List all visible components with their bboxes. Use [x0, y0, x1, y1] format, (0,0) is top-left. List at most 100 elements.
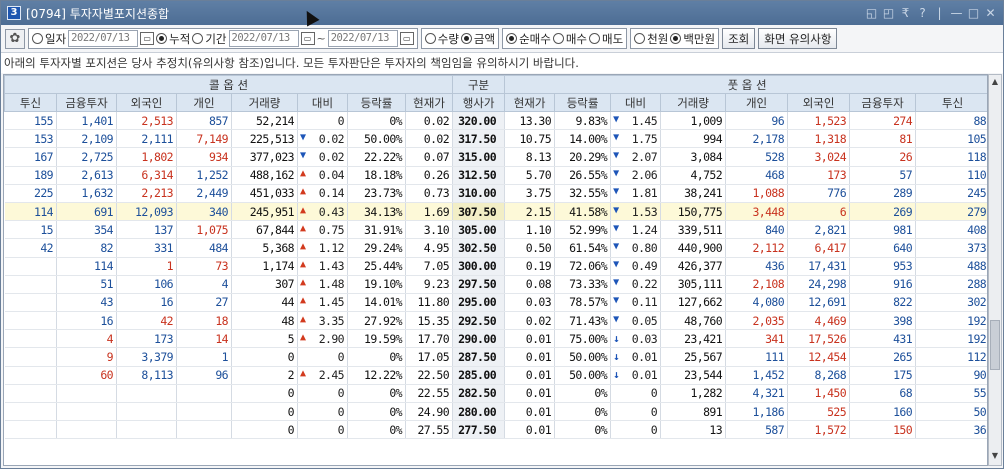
column-header[interactable]: 현재가	[504, 93, 556, 112]
radio-net-buy[interactable]: 순매수	[506, 31, 551, 47]
scroll-up-icon[interactable]: ▲	[989, 77, 1001, 89]
table-row[interactable]: 114 1 73 1,174 ▲ 1.43 25.44% 7.05 300.00 0.19 72.0…	[4, 257, 987, 276]
table-row[interactable]: 9 3,379 1 0 0 0% 17.05 287.50 0.01 50.00% ↓ 0.01 25,…	[4, 347, 987, 367]
table-row[interactable]: 0 0 0% 22.55 282.50 0.01 0% 0 1,282 4,321 1,450 68 5…	[4, 384, 987, 404]
restore-icon[interactable]: ◱	[865, 6, 878, 20]
column-header[interactable]: 투신	[915, 93, 987, 112]
put-change: ▼ 0.49	[610, 257, 662, 276]
put-price: 0.01	[504, 402, 556, 422]
table-row[interactable]: 114 691 12,093 340 245,951 ▲ 0.43 34.13% 1.69 307…	[4, 202, 987, 222]
column-header[interactable]: 대비	[297, 93, 348, 112]
radio-amount[interactable]: 금액	[460, 31, 495, 47]
table-row[interactable]: 155 1,401 2,513 857 52,214 0 0% 0.02 320.00 13.30…	[4, 111, 987, 131]
table-row[interactable]: 16 42 18 48 ▲ 3.35 27.92% 15.35 292.50 0.02 71.43%…	[4, 311, 987, 331]
radio-sell[interactable]: 매도	[589, 31, 623, 47]
table-row[interactable]: 167 2,725 1,802 934 377,023 ▼ 0.02 22.22% 0.07 31…	[4, 147, 987, 167]
table-row[interactable]: 51 106 4 307 ▲ 1.48 19.10% 9.23 297.50 0.08 73.33%…	[4, 275, 987, 294]
column-header[interactable]: 등락률	[347, 93, 406, 112]
call-change-rate: 19.10%	[347, 275, 406, 294]
unit-mode-group: 천원 백만원	[630, 28, 720, 49]
call-price: 15.35	[405, 311, 454, 331]
title-bar[interactable]: 3 [0794] 투자자별포지션종합 ◱ ◰ ₹ ? | — □ ✕	[1, 1, 1003, 25]
radio-daily-dot[interactable]	[32, 33, 43, 44]
table-row[interactable]: 225 1,632 2,213 2,449 451,033 ▲ 0.14 23.73% 0.73…	[4, 184, 987, 203]
date-to-input[interactable]: 2022/07/13	[327, 30, 398, 47]
column-header[interactable]: 금융투자	[849, 93, 917, 112]
call-trust	[4, 366, 57, 385]
table-row[interactable]: 15 354 137 1,075 67,844 ▲ 0.75 31.91% 3.10 305.00…	[4, 220, 987, 240]
column-header[interactable]: 개인	[176, 93, 232, 112]
table-row[interactable]: 0 0 0% 27.55 277.50 0.01 0% 0 13 587 1,572 150 36	[4, 420, 987, 440]
radio-million-won[interactable]: 백만원	[670, 31, 715, 47]
column-header[interactable]: 거래량	[231, 93, 298, 112]
date-single-input[interactable]: 2022/07/13	[68, 30, 139, 47]
radio-buy-dot[interactable]	[552, 33, 564, 44]
column-header[interactable]: 금융투자	[56, 93, 117, 112]
radio-thousand-won[interactable]: 천원	[634, 31, 668, 47]
scroll-down-icon[interactable]: ▼	[989, 451, 1001, 463]
radio-quantity-dot[interactable]	[424, 33, 436, 44]
investor-position-grid[interactable]: 콜 옵 션 구분 풋 옵 션 투신 금융투자 외국인 개인 거래량 대비 등락률 현재가 행사가…	[3, 74, 988, 466]
put-change: 0	[610, 402, 662, 422]
call-fin-invest: 43	[56, 293, 117, 313]
table-row[interactable]: 43 16 27 44 ▲ 1.45 14.01% 11.80 295.00 0.03 78.57%…	[4, 293, 987, 313]
column-header[interactable]: 대비	[610, 93, 662, 112]
minimize-icon[interactable]: —	[950, 6, 963, 20]
change-value: 0.02	[318, 149, 345, 164]
put-individual: 468	[725, 166, 789, 185]
column-header[interactable]: 현재가	[404, 93, 454, 112]
radio-net-buy-dot[interactable]	[506, 33, 518, 44]
maximize-icon[interactable]: □	[967, 6, 980, 20]
call-individual: 1	[176, 347, 232, 367]
radio-cumulative[interactable]: 누적	[156, 31, 190, 47]
radio-amount-dot[interactable]	[460, 33, 472, 44]
column-header[interactable]: 투신	[4, 93, 57, 112]
vertical-scrollbar[interactable]: ▲ ▼	[988, 74, 1002, 466]
link-icon[interactable]: ◰	[882, 6, 895, 20]
call-price: 17.70	[405, 329, 454, 349]
search-button[interactable]: 조회	[722, 28, 756, 49]
scroll-thumb[interactable]	[990, 320, 1000, 370]
radio-period-dot[interactable]	[192, 33, 204, 44]
call-trust	[4, 311, 57, 331]
column-header[interactable]: 행사가	[452, 93, 506, 112]
call-trust	[4, 384, 57, 404]
put-options-header: 풋 옵 션	[504, 75, 987, 94]
table-row[interactable]: 60 8,113 96 2 ▲ 2.45 12.22% 22.50 285.00 0.01 50.0…	[4, 366, 987, 385]
put-change-rate: 14.00%	[554, 129, 612, 149]
calendar-from-icon[interactable]: ▭	[300, 32, 315, 45]
column-header[interactable]: 외국인	[116, 93, 177, 112]
radio-cumulative-dot[interactable]	[156, 33, 168, 44]
gear-icon[interactable]: ✿	[5, 28, 25, 49]
put-change-rate: 71.43%	[554, 311, 612, 331]
calendar-to-icon[interactable]: ▭	[399, 32, 414, 45]
radio-thousand-won-dot[interactable]	[634, 33, 646, 44]
call-fin-invest: 691	[56, 202, 117, 222]
date-from-input[interactable]: 2022/07/13	[228, 30, 299, 47]
call-foreign: 137	[116, 220, 177, 240]
table-row[interactable]: 0 0 0% 24.90 280.00 0.01 0% 0 891 1,186 525 160 50	[4, 402, 987, 422]
column-header[interactable]: 거래량	[660, 93, 727, 112]
column-header[interactable]: 등락률	[554, 93, 612, 112]
table-row[interactable]: 189 2,613 6,314 1,252 488,162 ▲ 0.04 18.18% 0.26…	[4, 166, 987, 185]
radio-period[interactable]: 기간	[192, 31, 227, 47]
radio-buy[interactable]: 매수	[552, 31, 587, 47]
pin-icon[interactable]: ₹	[899, 6, 912, 20]
call-change-rate: 50.00%	[347, 129, 406, 149]
table-row[interactable]: 42 82 331 484 5,368 ▲ 1.12 29.24% 4.95 302.50 0.50…	[4, 238, 987, 258]
help-icon[interactable]: ?	[916, 6, 929, 20]
screen-notice-button[interactable]: 화면 유의사항	[758, 28, 838, 49]
column-header[interactable]: 외국인	[787, 93, 851, 112]
table-row[interactable]: 153 2,109 2,111 7,149 225,513 ▼ 0.02 50.00% 0.02…	[4, 129, 987, 149]
put-change-rate: 61.54%	[554, 238, 612, 258]
close-icon[interactable]: ✕	[984, 6, 997, 20]
column-header[interactable]: 개인	[725, 93, 789, 112]
radio-daily[interactable]: 일자	[32, 31, 66, 47]
radio-sell-dot[interactable]	[589, 33, 600, 44]
change-direction-icon: ↓	[613, 368, 620, 382]
call-foreign: 1,802	[116, 147, 177, 167]
radio-quantity[interactable]: 수량	[424, 31, 459, 47]
table-row[interactable]: 4 173 14 5 ▲ 2.90 19.59% 17.70 290.00 0.01 75.00% ↓…	[4, 329, 987, 349]
radio-million-won-dot[interactable]	[670, 33, 682, 44]
calendar-icon[interactable]: ▭	[140, 32, 155, 45]
